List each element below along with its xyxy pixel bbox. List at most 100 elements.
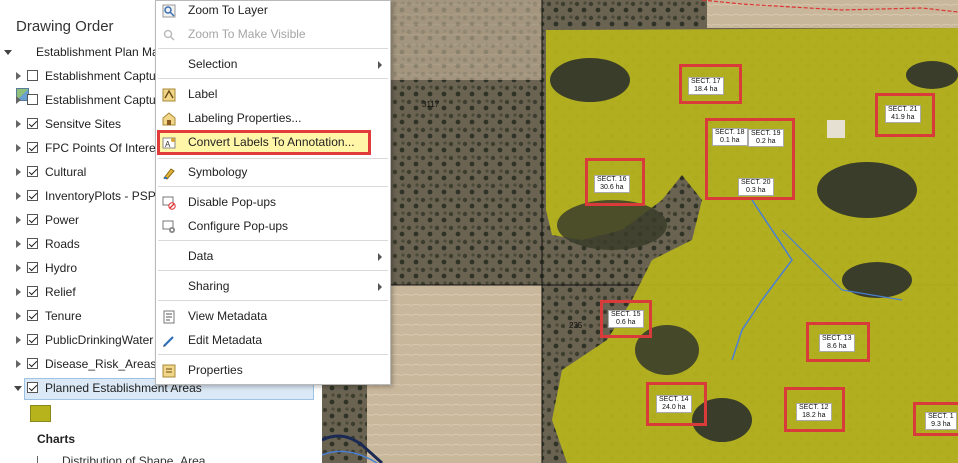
layer-label: Roads [45,237,80,251]
menu-view-metadata[interactable]: View Metadata [156,305,390,329]
menu-sharing[interactable]: Sharing [156,275,390,299]
section-label-19[interactable]: SECT. 19 0.2 ha [748,129,784,147]
section-label-14[interactable]: SECT. 14 24.0 ha [656,395,692,413]
layer-visibility-checkbox[interactable] [27,262,38,273]
labeling-properties-icon [162,112,176,126]
menu-convert-labels-to-annotation[interactable]: A Convert Labels To Annotation... [156,131,390,155]
layer-label: Relief [45,285,76,299]
menu-separator [158,270,388,271]
menu-configure-popups[interactable]: Configure Pop-ups [156,215,390,239]
expand-arrow-icon[interactable] [16,216,21,224]
menu-data[interactable]: Data [156,245,390,269]
section-label-21[interactable]: SECT. 21 41.9 ha [885,105,921,123]
layer-label: Sensitve Sites [45,117,122,131]
layer-visibility-checkbox[interactable] [27,382,38,393]
pane-title: Drawing Order [16,18,114,35]
map-label-235: 235 [569,321,583,330]
zoom-visible-icon [163,29,175,41]
submenu-arrow-icon [378,283,382,291]
expand-arrow-icon[interactable] [16,288,21,296]
svg-text:A: A [165,140,171,149]
map-view[interactable]: 3117 235 SECT. 17 18.4 ha SECT. 18 0.1 ha … [322,0,958,463]
symbol-swatch[interactable] [30,405,51,422]
expand-arrow-icon[interactable] [16,336,21,344]
menu-zoom-to-make-visible[interactable]: Zoom To Make Visible [156,23,390,47]
section-label-20[interactable]: SECT. 20 0.3 ha [738,178,774,196]
layer-label: Tenure [45,309,82,323]
layer-visibility-checkbox[interactable] [27,142,38,153]
expand-arrow-icon[interactable] [16,168,21,176]
layer-visibility-checkbox[interactable] [27,118,38,129]
expand-arrow-icon[interactable] [16,144,21,152]
layer-visibility-checkbox[interactable] [27,358,38,369]
menu-zoom-to-layer[interactable]: Zoom To Layer [156,0,390,23]
layer-label: Establishment Captu [45,93,156,107]
layer-visibility-checkbox[interactable] [27,166,38,177]
expand-arrow-icon[interactable] [16,120,21,128]
layer-visibility-checkbox[interactable] [27,286,38,297]
menu-properties[interactable]: Properties [156,359,390,383]
menu-separator [158,240,388,241]
menu-disable-popups[interactable]: Disable Pop-ups [156,191,390,215]
menu-symbology[interactable]: Symbology [156,161,390,185]
expand-arrow-icon[interactable] [16,312,21,320]
map-name[interactable]: Establishment Plan Ma [36,45,159,59]
layer-visibility-checkbox[interactable] [27,70,38,81]
layer-label: Power [45,213,80,227]
chart-item[interactable]: Distribution of Shape_Area [37,454,205,463]
layer-label: Cultural [45,165,87,179]
expand-arrow-icon[interactable] [16,192,21,200]
layer-label: InventoryPlots - PSP [45,189,156,203]
layer-visibility-checkbox[interactable] [27,334,38,345]
section-label-18[interactable]: SECT. 18 0.1 ha [712,128,748,146]
menu-labeling-properties[interactable]: Labeling Properties... [156,107,390,131]
layer-visibility-checkbox[interactable] [27,310,38,321]
layer-context-menu: Zoom To Layer Zoom To Make Visible Selec… [155,0,391,385]
menu-separator [158,78,388,79]
submenu-arrow-icon [378,61,382,69]
section-label-15[interactable]: SECT. 15 0.6 ha [608,310,644,328]
expand-arrow-icon[interactable] [16,240,21,248]
layer-label: PublicDrinkingWater [45,333,154,347]
expand-arrow-icon[interactable] [16,264,21,272]
layer-visibility-checkbox[interactable] [27,94,38,105]
label-icon [162,88,176,102]
layer-visibility-checkbox[interactable] [27,190,38,201]
expand-arrow-icon[interactable] [16,72,21,80]
section-label-12[interactable]: SECT. 12 18.2 ha [796,403,832,421]
layer-label: Disease_Risk_Areas [45,357,157,371]
layer-visibility-checkbox[interactable] [27,238,38,249]
section-label-13[interactable]: SECT. 13 8.6 ha [819,334,855,352]
charts-heading: Charts [37,432,76,446]
layer-visibility-checkbox[interactable] [27,214,38,225]
menu-separator [158,158,388,159]
map-canvas [322,0,958,463]
menu-selection[interactable]: Selection [156,53,390,77]
submenu-arrow-icon [378,253,382,261]
properties-icon [162,364,176,378]
layer-label: Establishment Captu [45,69,156,83]
zoom-layer-icon [162,4,176,18]
convert-annotation-icon: A [162,137,176,149]
expand-arrow-icon[interactable] [16,360,21,368]
map-label-3117: 3117 [422,100,440,109]
menu-separator [158,300,388,301]
menu-separator [158,354,388,355]
menu-edit-metadata[interactable]: Edit Metadata [156,329,390,353]
layer-label: FPC Points Of Interest [45,141,166,155]
expand-arrow-icon[interactable] [4,50,12,55]
menu-label[interactable]: Label [156,83,390,107]
configure-popups-icon [162,220,175,233]
section-label-16[interactable]: SECT. 16 30.6 ha [594,175,630,193]
expand-arrow-icon[interactable] [14,386,22,391]
view-metadata-icon [163,310,175,324]
layer-label: Hydro [45,261,78,275]
section-label-17[interactable]: SECT. 17 18.4 ha [688,77,724,95]
menu-separator [158,186,388,187]
section-label-1[interactable]: SECT. 1 9.3 ha [925,412,957,430]
expand-arrow-icon[interactable] [16,96,21,104]
disable-popups-icon [162,196,176,210]
menu-separator [158,48,388,49]
symbology-icon [163,168,175,180]
edit-metadata-icon [163,336,174,347]
